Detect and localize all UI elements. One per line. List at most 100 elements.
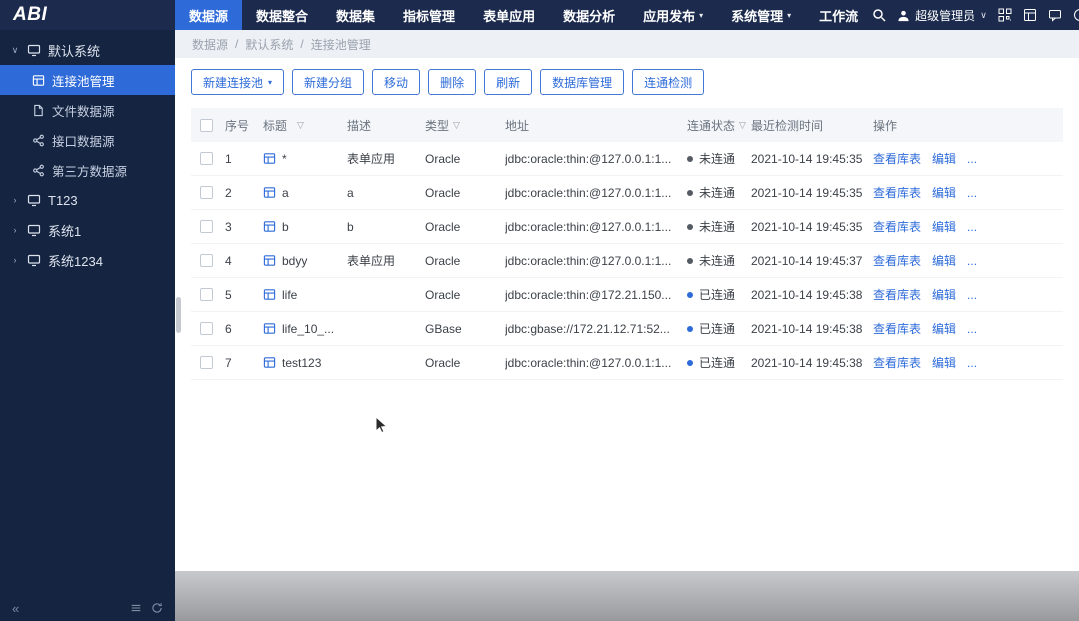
filter-icon[interactable]: ▽	[453, 120, 460, 131]
nav-item-datasource[interactable]: 数据源	[175, 0, 243, 30]
nav-item-form-app[interactable]: 表单应用	[469, 0, 549, 30]
view-tables-link[interactable]: 查看库表	[873, 184, 921, 201]
window-icon[interactable]	[1023, 8, 1037, 22]
table-row[interactable]: 6 life_10_... GBase jdbc:gbase://172.21.…	[191, 312, 1063, 346]
row-check-time: 2021-10-14 19:45:35	[751, 151, 863, 166]
view-tables-link[interactable]: 查看库表	[873, 218, 921, 235]
view-tables-link[interactable]: 查看库表	[873, 320, 921, 337]
more-actions-link[interactable]: ...	[967, 220, 977, 234]
filter-icon[interactable]: ▽	[739, 120, 746, 131]
row-checkbox[interactable]	[200, 152, 213, 165]
info-icon[interactable]	[1073, 8, 1079, 22]
more-actions-link[interactable]: ...	[967, 356, 977, 370]
more-actions-link[interactable]: ...	[967, 152, 977, 166]
status-text: 未连通	[699, 152, 736, 166]
edit-link[interactable]: 编辑	[932, 150, 956, 167]
view-tables-link[interactable]: 查看库表	[873, 150, 921, 167]
edit-link[interactable]: 编辑	[932, 252, 956, 269]
view-tables-link[interactable]: 查看库表	[873, 286, 921, 303]
user-menu[interactable]: 超级管理员 ∨	[897, 7, 987, 24]
more-actions-link[interactable]: ...	[967, 254, 977, 268]
table-row[interactable]: 2 a a Oracle jdbc:oracle:thin:@127.0.0.1…	[191, 176, 1063, 210]
table-row[interactable]: 1 * 表单应用 Oracle jdbc:oracle:thin:@127.0.…	[191, 142, 1063, 176]
chevron-right-icon[interactable]: ›	[10, 255, 20, 265]
row-checkbox[interactable]	[200, 356, 213, 369]
refresh-icon[interactable]	[151, 602, 163, 614]
status-text: 已连通	[699, 356, 736, 370]
scrollbar-thumb[interactable]	[176, 297, 181, 333]
nav-item-app-publish[interactable]: 应用发布 ▾	[629, 0, 717, 30]
edit-link[interactable]: 编辑	[932, 286, 956, 303]
select-all-checkbox[interactable]	[200, 118, 213, 132]
sidebar-item-system1234[interactable]: › 系统1234	[0, 245, 175, 275]
edit-link[interactable]: 编辑	[932, 184, 956, 201]
move-button[interactable]: 移动	[372, 69, 421, 95]
view-tables-link[interactable]: 查看库表	[873, 252, 921, 269]
chevron-right-icon[interactable]: ›	[10, 195, 20, 205]
chevron-right-icon[interactable]: ›	[10, 225, 20, 235]
table-row[interactable]: 7 test123 Oracle jdbc:oracle:thin:@127.0…	[191, 346, 1063, 380]
breadcrumb-datasource[interactable]: 数据源	[192, 36, 228, 53]
table-row[interactable]: 4 bdyy 表单应用 Oracle jdbc:oracle:thin:@127…	[191, 244, 1063, 278]
row-checkbox[interactable]	[200, 220, 213, 233]
table-row[interactable]: 3 b b Oracle jdbc:oracle:thin:@127.0.0.1…	[191, 210, 1063, 244]
menu-icon[interactable]	[130, 602, 142, 614]
row-checkbox[interactable]	[200, 322, 213, 335]
connectivity-test-button[interactable]: 连通检测	[632, 69, 705, 95]
row-title: test123	[282, 355, 322, 370]
filter-icon[interactable]: ▽	[297, 120, 304, 131]
row-desc: 表单应用	[347, 254, 396, 268]
database-manage-button[interactable]: 数据库管理	[540, 69, 625, 95]
breadcrumb-connection-pool[interactable]: 连接池管理	[311, 36, 371, 53]
chevron-down-icon[interactable]: ∨	[10, 45, 20, 56]
row-type: Oracle	[425, 355, 461, 370]
nav-item-dataset[interactable]: 数据集	[322, 0, 389, 30]
nav-item-data-analysis[interactable]: 数据分析	[549, 0, 629, 30]
nav-label: 指标管理	[403, 8, 456, 24]
row-check-time: 2021-10-14 19:45:38	[751, 321, 863, 336]
row-status: 未连通	[687, 150, 751, 167]
table-row[interactable]: 5 life Oracle jdbc:oracle:thin:@172.21.1…	[191, 278, 1063, 312]
breadcrumb-default-system[interactable]: 默认系统	[245, 36, 293, 53]
row-checkbox[interactable]	[200, 288, 213, 301]
row-checkbox[interactable]	[200, 254, 213, 267]
more-actions-link[interactable]: ...	[967, 186, 977, 200]
row-desc: 表单应用	[347, 152, 396, 166]
view-tables-link[interactable]: 查看库表	[873, 354, 921, 371]
brand-logo: ABI	[0, 0, 175, 30]
status-dot-icon	[687, 291, 693, 298]
search-icon[interactable]	[872, 8, 886, 22]
nav-item-data-integration[interactable]: 数据整合	[242, 0, 322, 30]
col-type-label: 类型	[425, 118, 450, 133]
sidebar-item-system1[interactable]: › 系统1	[0, 215, 175, 245]
row-seq: 7	[225, 355, 232, 370]
sidebar-item-third-party-datasource[interactable]: 第三方数据源	[0, 155, 175, 185]
edit-link[interactable]: 编辑	[932, 218, 956, 235]
qr-code-icon[interactable]	[998, 8, 1012, 22]
button-label: 刷新	[496, 75, 521, 90]
nav-item-workflow[interactable]: 工作流	[805, 0, 872, 30]
nav-label: 数据源	[189, 8, 229, 24]
row-status: 未连通	[687, 252, 751, 269]
nav-item-indicator-management[interactable]: 指标管理	[389, 0, 469, 30]
sidebar-item-connection-pool-management[interactable]: 连接池管理	[0, 65, 175, 95]
new-group-button[interactable]: 新建分组	[292, 69, 365, 95]
sidebar-item-default-system[interactable]: ∨ 默认系统	[0, 35, 175, 65]
sidebar-item-t123[interactable]: › T123	[0, 185, 175, 215]
nav-item-system-management[interactable]: 系统管理 ▾	[717, 0, 805, 30]
collapse-sidebar-button[interactable]: «	[12, 601, 19, 616]
more-actions-link[interactable]: ...	[967, 322, 977, 336]
delete-button[interactable]: 删除	[428, 69, 477, 95]
more-actions-link[interactable]: ...	[967, 288, 977, 302]
sidebar-item-label: 文件数据源	[52, 104, 115, 119]
sidebar-item-api-datasource[interactable]: 接口数据源	[0, 125, 175, 155]
edit-link[interactable]: 编辑	[932, 354, 956, 371]
new-connection-pool-button[interactable]: 新建连接池 ▾	[191, 69, 285, 95]
sidebar-item-file-datasource[interactable]: 文件数据源	[0, 95, 175, 125]
status-dot-icon	[687, 189, 693, 196]
message-icon[interactable]	[1048, 8, 1062, 22]
edit-link[interactable]: 编辑	[932, 320, 956, 337]
row-checkbox[interactable]	[200, 186, 213, 199]
refresh-button[interactable]: 刷新	[484, 69, 533, 95]
row-title: a	[282, 185, 289, 200]
